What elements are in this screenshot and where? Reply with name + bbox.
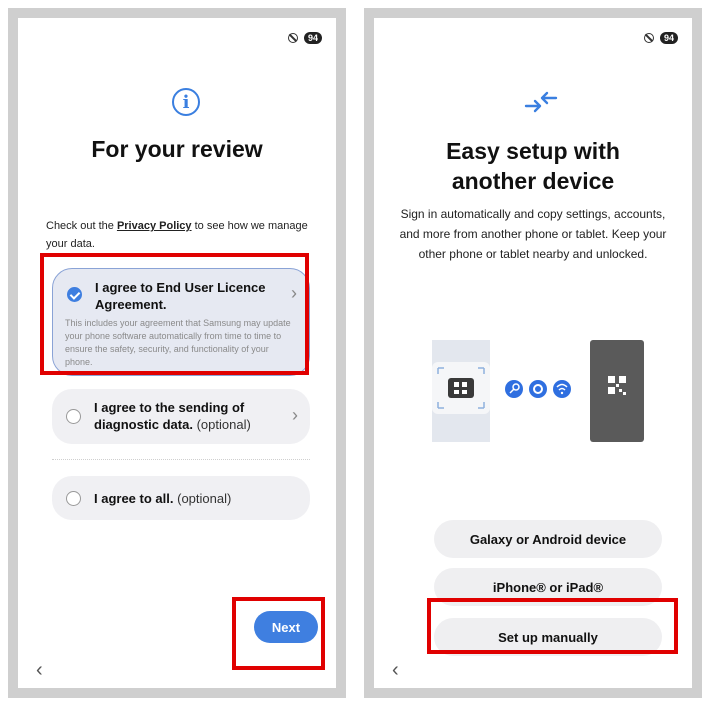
- phone-frame-right: 94 Easy setup with another device Sign i…: [364, 8, 702, 698]
- chevron-right-icon[interactable]: ›: [292, 405, 298, 426]
- do-not-disturb-icon: [643, 33, 654, 43]
- option-title: I agree to the sending of diagnostic dat…: [94, 400, 251, 432]
- diagnostic-data-option[interactable]: I agree to the sending of diagnostic dat…: [52, 389, 310, 444]
- page-title: For your review: [91, 136, 263, 162]
- battery-badge: 94: [659, 32, 678, 44]
- wifi-icon: [553, 380, 571, 398]
- transfer-arrows-icon: [524, 91, 558, 113]
- galaxy-android-button[interactable]: Galaxy or Android device: [434, 520, 662, 558]
- agree-all-option[interactable]: I agree to all. (optional): [52, 476, 310, 520]
- device-transfer-illustration: [432, 340, 644, 442]
- back-icon[interactable]: ‹: [36, 659, 43, 682]
- radio-button[interactable]: [66, 491, 81, 506]
- highlight-setup-manually: [427, 598, 678, 654]
- intro-text-start: Check out the: [46, 220, 117, 232]
- setup-description: Sign in automatically and copy settings,…: [399, 207, 667, 261]
- do-not-disturb-icon: [287, 33, 298, 43]
- privacy-policy-link[interactable]: Privacy Policy: [117, 220, 192, 232]
- highlight-eula-option: [40, 253, 309, 375]
- status-bar: 94: [643, 32, 678, 44]
- radio-button[interactable]: [66, 409, 81, 424]
- privacy-intro: Check out the Privacy Policy to see how …: [46, 217, 316, 253]
- back-icon[interactable]: ‹: [392, 659, 399, 682]
- gear-icon: [529, 380, 547, 398]
- battery-badge: 94: [303, 32, 322, 44]
- status-bar: 94: [287, 32, 322, 44]
- info-icon: i: [172, 88, 200, 116]
- highlight-next-button: [232, 597, 325, 670]
- page-title: Easy setup with another device: [446, 138, 620, 194]
- easy-setup-screen: 94 Easy setup with another device Sign i…: [374, 18, 692, 688]
- key-icon: [505, 380, 523, 398]
- option-title: I agree to all. (optional): [94, 491, 232, 506]
- divider: [52, 459, 310, 460]
